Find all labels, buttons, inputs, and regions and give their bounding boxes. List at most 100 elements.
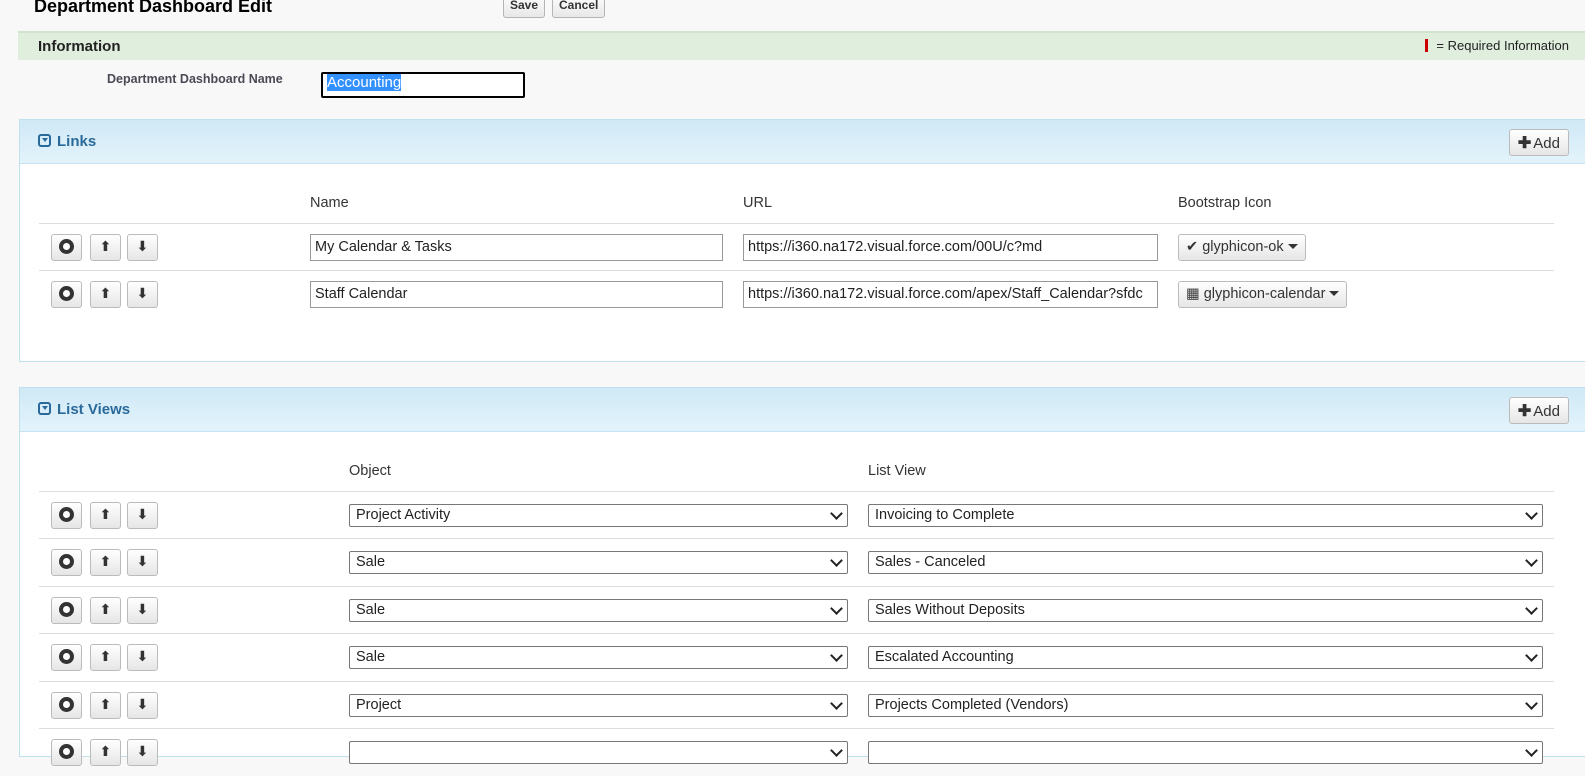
remove-link-button[interactable] [51,234,82,261]
dashboard-name-input[interactable]: Accounting [321,72,525,98]
object-select[interactable]: Project Activity [349,504,848,527]
list-view-row: ⬆ ⬇ [39,728,1554,776]
move-down-button[interactable]: ⬇ [127,281,158,308]
remove-list-view-button[interactable] [51,644,82,671]
add-link-button[interactable]: ✚ Add [1508,129,1569,156]
object-select[interactable]: Project [349,694,848,717]
arrow-up-icon: ⬆ [99,697,112,713]
bootstrap-icon-value: glyphicon-calendar [1203,286,1326,302]
move-down-button[interactable]: ⬇ [127,692,158,719]
remove-list-view-button[interactable] [51,739,82,766]
object-select[interactable]: Sale [349,551,848,574]
object-select-value: Project [356,697,402,713]
arrow-up-icon: ⬆ [99,554,112,570]
check-icon: ✔ [1186,239,1199,255]
list-view-select[interactable]: Invoicing to Complete [868,504,1543,527]
remove-link-button[interactable] [51,281,82,308]
arrow-down-icon: ⬇ [136,286,149,302]
dashboard-name-value: Accounting [327,74,402,91]
arrow-up-icon: ⬆ [99,507,112,523]
chevron-down-icon [1525,649,1538,662]
link-url-input[interactable]: https://i360.na172.visual.force.com/apex… [743,281,1158,308]
move-up-button[interactable]: ⬆ [90,692,121,719]
list-view-select-value: Projects Completed (Vendors) [875,697,1069,713]
add-link-label: Add [1533,134,1560,152]
page-title: Department Dashboard Edit [34,0,273,16]
plus-icon: ✚ [1517,402,1532,420]
cancel-button[interactable]: Cancel [552,0,606,18]
remove-circle-icon [59,239,74,254]
list-view-row: ⬆ ⬇ Sale Sales - Canceled [39,538,1554,586]
arrow-up-icon: ⬆ [99,239,112,255]
object-select-value: Sale [356,554,386,570]
chevron-down-icon [830,697,843,710]
chevron-down-icon [1525,507,1538,520]
required-legend-text: = Required Information [1436,38,1569,53]
chevron-down-icon [1525,744,1538,757]
list-view-select[interactable] [868,741,1543,764]
object-select[interactable]: Sale [349,599,848,622]
link-row: ⬆ ⬇ Staff Calendar https://i360.na172.vi… [39,270,1554,318]
links-title: Links [57,133,97,150]
bootstrap-icon-dropdown[interactable]: ✔ glyphicon-ok [1178,234,1306,261]
list-view-select[interactable]: Projects Completed (Vendors) [868,694,1543,717]
list-view-select[interactable]: Sales - Canceled [868,551,1543,574]
list-view-row: ⬆ ⬇ Sale Escalated Accounting [39,633,1554,681]
move-down-button[interactable]: ⬇ [127,739,158,766]
move-down-button[interactable]: ⬇ [127,644,158,671]
collapse-down-icon[interactable] [38,134,51,147]
chevron-down-icon [830,554,843,567]
bootstrap-icon-dropdown[interactable]: ▦ glyphicon-calendar [1178,281,1348,308]
remove-list-view-button[interactable] [51,549,82,576]
remove-list-view-button[interactable] [51,692,82,719]
move-up-button[interactable]: ⬆ [90,597,121,624]
move-up-button[interactable]: ⬆ [90,644,121,671]
arrow-down-icon: ⬇ [136,744,149,760]
move-up-button[interactable]: ⬆ [90,739,121,766]
link-row: ⬆ ⬇ My Calendar & Tasks https://i360.na1… [39,223,1554,271]
link-url-input[interactable]: https://i360.na172.visual.force.com/00U/… [743,234,1158,261]
arrow-up-icon: ⬆ [99,744,112,760]
links-panel-header[interactable]: Links ✚ Add [20,120,1585,164]
move-down-button[interactable]: ⬇ [127,234,158,261]
caret-down-icon [1287,244,1298,249]
chevron-down-icon [1525,697,1538,710]
remove-list-view-button[interactable] [51,597,82,624]
required-marker-icon [1425,39,1429,52]
list-views-title: List Views [57,401,131,418]
move-down-button[interactable]: ⬇ [127,502,158,529]
bootstrap-icon-value: glyphicon-ok [1202,239,1284,255]
object-select[interactable] [349,741,848,764]
remove-list-view-button[interactable] [51,502,82,529]
move-up-button[interactable]: ⬆ [90,281,121,308]
required-legend: = Required Information [1425,38,1569,53]
arrow-up-icon: ⬆ [99,286,112,302]
arrow-up-icon: ⬆ [99,602,112,618]
chevron-down-icon [830,602,843,615]
add-list-view-label: Add [1533,402,1560,420]
save-button[interactable]: Save [503,0,546,18]
move-down-button[interactable]: ⬇ [127,597,158,624]
move-down-button[interactable]: ⬇ [127,549,158,576]
move-up-button[interactable]: ⬆ [90,502,121,529]
list-view-select-value: Invoicing to Complete [875,507,1015,523]
move-up-button[interactable]: ⬆ [90,234,121,261]
list-view-row: ⬆ ⬇ Sale Sales Without Deposits [39,586,1554,634]
collapse-down-icon[interactable] [38,402,51,415]
caret-down-icon [1329,291,1340,296]
links-panel: Links ✚ Add Name URL Bootstrap Icon ⬆ ⬇ M… [19,119,1585,362]
list-view-select[interactable]: Escalated Accounting [868,646,1543,669]
arrow-down-icon: ⬇ [136,602,149,618]
link-name-input[interactable]: Staff Calendar [310,281,723,308]
list-view-select[interactable]: Sales Without Deposits [868,599,1543,622]
move-up-button[interactable]: ⬆ [90,549,121,576]
chevron-down-icon [830,744,843,757]
column-header-bootstrap-icon: Bootstrap Icon [1178,195,1272,211]
list-views-panel-header[interactable]: List Views ✚ Add [20,388,1585,432]
remove-circle-icon [59,286,74,301]
chevron-down-icon [1525,554,1538,567]
add-list-view-button[interactable]: ✚ Add [1508,397,1569,424]
link-name-input[interactable]: My Calendar & Tasks [310,234,723,261]
information-section-header: Information = Required Information [18,31,1585,60]
object-select[interactable]: Sale [349,646,848,669]
